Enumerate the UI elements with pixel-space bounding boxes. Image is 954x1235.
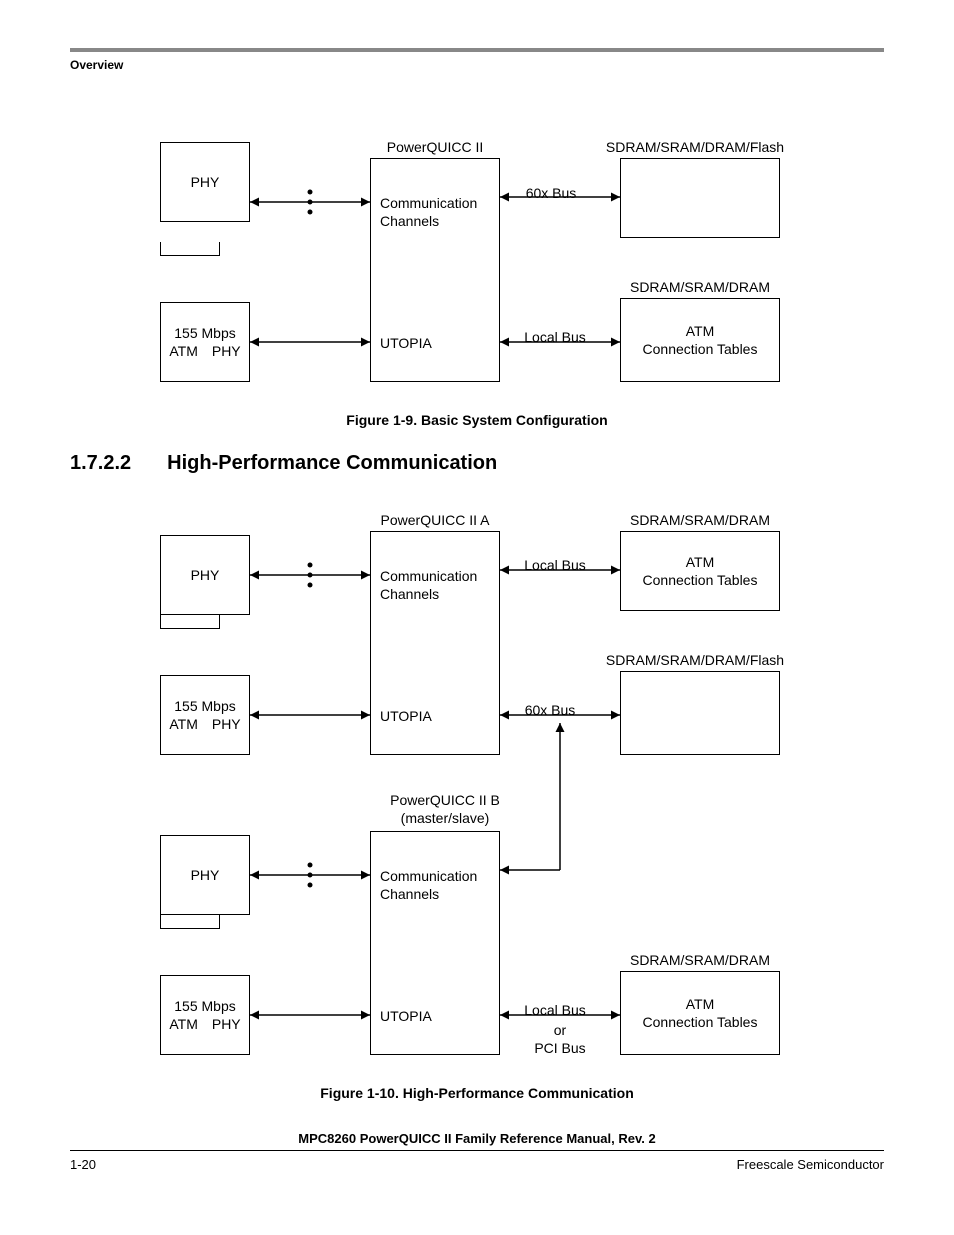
- utopia-b: UTOPIA: [380, 1007, 432, 1025]
- heading-title: High-Performance Communication: [167, 452, 497, 475]
- figure-1-9-caption: Figure 1-9. Basic System Configuration: [70, 412, 884, 428]
- atm-phy-atm-b: ATM: [169, 1015, 198, 1033]
- comm-ch-2: Channels: [380, 212, 477, 230]
- local-bus-b: Local Bus: [515, 1001, 595, 1019]
- mem-top-label: SDRAM/SRAM/DRAM/Flash: [590, 138, 800, 156]
- atm-phy-phy-a: PHY: [212, 715, 241, 733]
- pci-bus: PCI Bus: [520, 1039, 600, 1057]
- pq-label: PowerQUICC II: [370, 138, 500, 156]
- mem-top-a-label: SDRAM/SRAM/DRAM: [610, 511, 790, 529]
- figure-1-10-caption: Figure 1-10. High-Performance Communicat…: [70, 1085, 884, 1101]
- comm-ch-a-2: Channels: [380, 585, 477, 603]
- footer-page-num: 1-20: [70, 1157, 96, 1172]
- atm-ct-a-1: ATM: [686, 553, 715, 571]
- footer-rule: [70, 1150, 884, 1151]
- atm-ct-a-2: Connection Tables: [643, 571, 758, 589]
- local-bus-a: Local Bus: [515, 556, 595, 574]
- bus-60x-a: 60x Bus: [515, 701, 585, 719]
- atm-phy-phy-b: PHY: [212, 1015, 241, 1033]
- phy-box-b: PHY: [191, 866, 220, 884]
- comm-ch-b-2: Channels: [380, 885, 477, 903]
- figure-1-9: PHY 155 Mbps ATM PHY PowerQUICC II Commu…: [160, 142, 800, 402]
- atm-ct-b-1: ATM: [686, 995, 715, 1013]
- figure-1-10: PHY 155 Mbps ATM PHY PowerQUICC II A Com…: [160, 515, 800, 1075]
- footer-doc-title: MPC8260 PowerQUICC II Family Reference M…: [70, 1131, 884, 1146]
- header-rule: [70, 48, 884, 52]
- comm-ch-b-1: Communication: [380, 867, 477, 885]
- footer-company: Freescale Semiconductor: [737, 1157, 884, 1172]
- mem-mid-label: SDRAM/SRAM/DRAM/Flash: [590, 651, 800, 669]
- phy-notch: [160, 242, 220, 256]
- atm-phy-speed: 155 Mbps: [174, 324, 235, 342]
- mem-bot-label: SDRAM/SRAM/DRAM: [610, 278, 790, 296]
- atm-phy-speed-a: 155 Mbps: [174, 697, 235, 715]
- mem-bot-b-label: SDRAM/SRAM/DRAM: [610, 951, 790, 969]
- phy-box-a: PHY: [191, 566, 220, 584]
- phy-notch-b: [160, 915, 220, 929]
- section-heading: 1.7.2.2 High-Performance Communication: [70, 452, 884, 475]
- comm-ch-a-1: Communication: [380, 567, 477, 585]
- local-bus: Local Bus: [515, 328, 595, 346]
- atm-phy-atm: ATM: [169, 342, 198, 360]
- phy-box: PHY: [191, 173, 220, 191]
- or-label: or: [540, 1021, 580, 1039]
- comm-ch-1: Communication: [380, 194, 477, 212]
- bus-60x: 60x Bus: [515, 183, 587, 203]
- heading-number: 1.7.2.2: [70, 452, 131, 475]
- atm-phy-atm-a: ATM: [169, 715, 198, 733]
- pq-b-label-1: PowerQUICC II B: [370, 791, 520, 809]
- pq-b-label-2: (master/slave): [370, 809, 520, 827]
- atm-ct-1: ATM: [686, 322, 715, 340]
- atm-ct-b-2: Connection Tables: [643, 1013, 758, 1031]
- phy-notch-a: [160, 615, 220, 629]
- section-tag: Overview: [70, 58, 884, 72]
- pq-a-label: PowerQUICC II A: [370, 511, 500, 529]
- atm-phy-phy: PHY: [212, 342, 241, 360]
- atm-phy-speed-b: 155 Mbps: [174, 997, 235, 1015]
- utopia-label: UTOPIA: [380, 334, 432, 352]
- utopia-a: UTOPIA: [380, 707, 432, 725]
- atm-ct-2: Connection Tables: [643, 340, 758, 358]
